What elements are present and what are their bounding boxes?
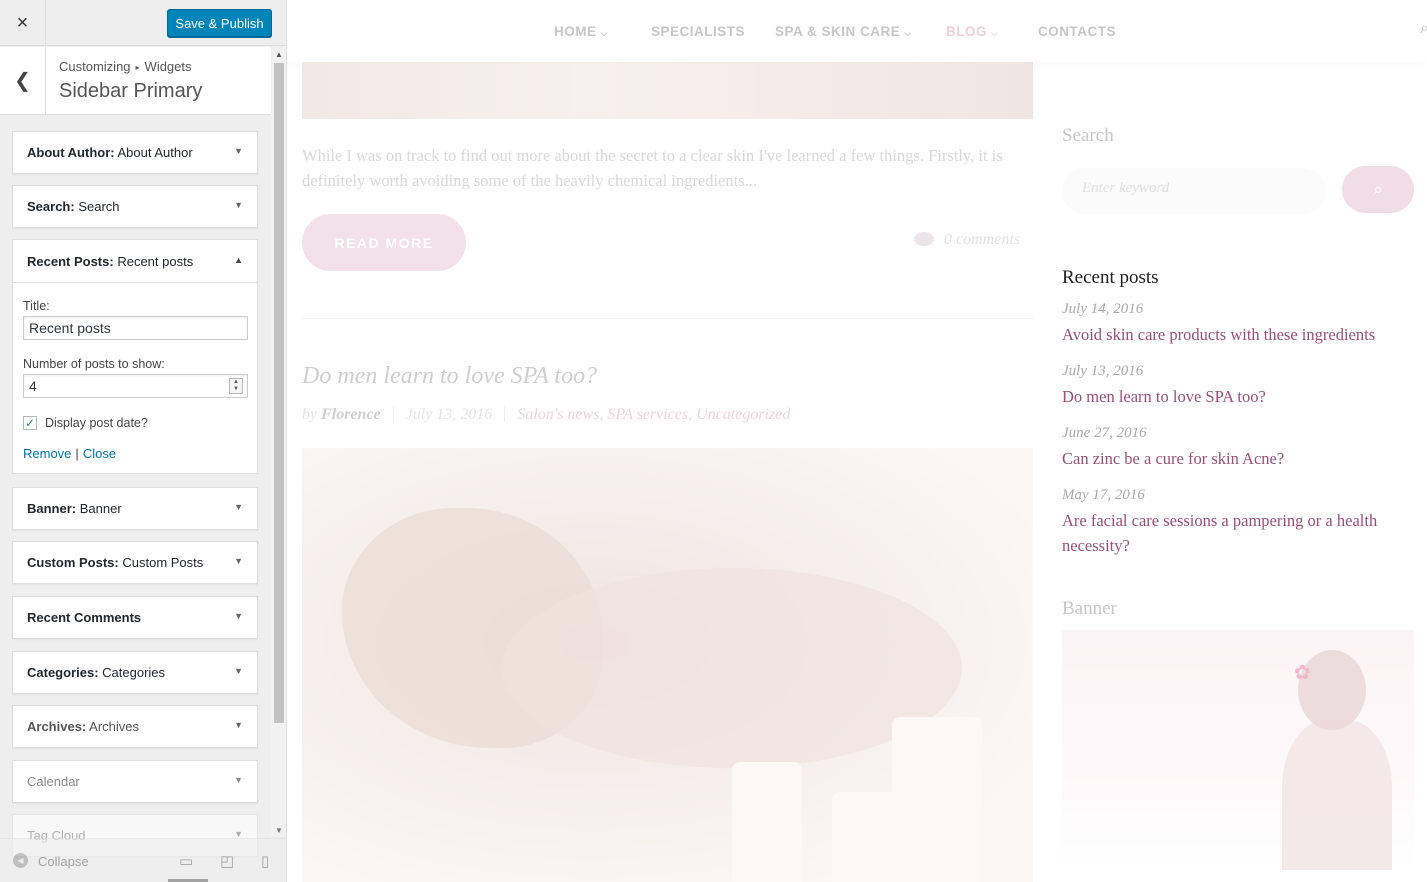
read-more-button[interactable]: READ MORE <box>302 214 466 271</box>
customizer-panel: × Save & Publish ❮ Customizing ▸ Widgets S… <box>0 0 287 882</box>
comments-link[interactable]: 0 comments <box>914 230 1020 249</box>
scroll-down-icon[interactable]: ▼ <box>271 823 286 837</box>
customizer-header: × Save & Publish <box>0 0 286 46</box>
remove-link[interactable]: Remove <box>23 446 71 461</box>
post-categories[interactable]: Salon's news, SPA services, Uncategorize… <box>517 406 790 423</box>
search-button[interactable]: ⌕ <box>1342 166 1414 213</box>
expand-arrow-icon[interactable]: ▼ <box>234 556 243 566</box>
widget-title: Calendar <box>27 774 80 789</box>
widget-calendar[interactable]: Calendar ▼ <box>12 760 258 803</box>
close-icon[interactable]: × <box>0 0 46 46</box>
post-thumbnail-previous <box>302 62 1033 119</box>
widget-categories[interactable]: Categories: Categories ▼ <box>12 651 258 694</box>
site-preview: HOME ⌵ SPECIALISTS SPA & SKIN CARE ⌵ BLOG ⌵… <box>287 0 1427 882</box>
expand-arrow-icon[interactable]: ▼ <box>234 666 243 676</box>
recent-post-date: June 27, 2016 <box>1062 425 1147 441</box>
post-meta: by Florence July 13, 2016 Salon's news, SP… <box>302 406 791 423</box>
show-date-label: Display post date? <box>45 416 148 430</box>
sidebar-primary: Search Enter keyword ⌕ Recent posts July… <box>1062 0 1422 882</box>
expand-arrow-icon[interactable]: ▼ <box>234 200 243 210</box>
panel-scrollbar[interactable]: ▲ ▼ <box>271 47 286 837</box>
widget-title: About Author: About Author <box>27 145 193 160</box>
collapse-button[interactable]: Collapse <box>38 854 89 869</box>
nav-blog[interactable]: BLOG ⌵ <box>946 24 998 39</box>
post-author[interactable]: Florence <box>321 406 381 423</box>
title-input[interactable]: Recent posts <box>23 316 248 340</box>
expand-arrow-icon[interactable]: ▼ <box>234 720 243 730</box>
scroll-up-icon[interactable]: ▲ <box>271 47 286 61</box>
widget-recent-posts: Recent Posts: Recent posts ▲ Title: Rece… <box>12 239 258 474</box>
recent-post-date: July 13, 2016 <box>1062 363 1144 379</box>
collapse-icon[interactable]: ◀ <box>13 853 28 868</box>
banner-image[interactable]: ✿ <box>1062 630 1414 870</box>
widget-search[interactable]: Search: Search ▼ <box>12 185 258 228</box>
recent-post-link[interactable]: Avoid skin care products with these ingr… <box>1062 322 1412 347</box>
back-arrow-icon[interactable]: ❮ <box>0 47 46 114</box>
nav-specialists[interactable]: SPECIALISTS <box>651 24 745 39</box>
recent-posts-heading: Recent posts <box>1062 267 1159 288</box>
expand-arrow-icon[interactable]: ▼ <box>234 611 243 621</box>
recent-post-date: July 14, 2016 <box>1062 301 1144 317</box>
expand-arrow-icon[interactable]: ▼ <box>234 146 243 156</box>
panel-title: Sidebar Primary <box>59 80 203 102</box>
section-title: ❮ Customizing ▸ Widgets Sidebar Primary <box>0 47 271 115</box>
widget-title: Recent Comments <box>27 610 142 625</box>
desktop-preview-icon[interactable]: ▭ <box>179 852 193 870</box>
expand-arrow-icon[interactable]: ▼ <box>234 502 243 512</box>
widget-title: Recent Posts: Recent posts <box>27 254 194 269</box>
recent-post-date: May 17, 2016 <box>1062 487 1145 503</box>
post-title[interactable]: Do men learn to love SPA too? <box>302 363 597 390</box>
show-date-checkbox[interactable]: ✓ <box>23 416 37 430</box>
close-link[interactable]: Close <box>83 446 116 461</box>
nav-home[interactable]: HOME ⌵ <box>554 24 608 39</box>
post-featured-image[interactable] <box>302 448 1033 882</box>
recent-post-link[interactable]: Can zinc be a cure for skin Acne? <box>1062 446 1412 471</box>
collapse-arrow-icon[interactable]: ▲ <box>234 255 243 265</box>
widget-custom-posts[interactable]: Custom Posts: Custom Posts ▼ <box>12 541 258 584</box>
widget-title: Custom Posts: Custom Posts <box>27 555 204 570</box>
widget-actions: Remove | Close <box>23 446 117 461</box>
number-input[interactable]: 4 ▲ ▼ <box>23 374 248 398</box>
recent-post-link[interactable]: Do men learn to love SPA too? <box>1062 384 1412 409</box>
search-input[interactable]: Enter keyword <box>1062 168 1326 214</box>
number-label: Number of posts to show: <box>23 357 165 371</box>
widget-title: Archives: Archives <box>27 719 140 734</box>
widget-about-author[interactable]: About Author: About Author ▼ <box>12 131 258 174</box>
widget-title: Banner: Banner <box>27 501 122 516</box>
number-stepper[interactable]: ▲ ▼ <box>229 378 243 394</box>
widget-recent-comments[interactable]: Recent Comments ▼ <box>12 596 258 639</box>
breadcrumb-separator-icon: ▸ <box>135 63 140 72</box>
widget-title: Search: Search <box>27 199 120 214</box>
breadcrumb-current: Widgets <box>144 59 192 74</box>
chevron-down-icon: ⌵ <box>991 28 999 38</box>
widget-banner[interactable]: Banner: Banner ▼ <box>12 487 258 530</box>
post-date: July 13, 2016 <box>405 406 493 423</box>
breadcrumb-root: Customizing <box>59 59 131 74</box>
recent-post-link[interactable]: Are facial care sessions a pampering or … <box>1062 508 1412 558</box>
banner-heading: Banner <box>1062 598 1117 619</box>
widget-title: Categories: Categories <box>27 665 166 680</box>
widget-archives[interactable]: Archives: Archives ▼ <box>12 705 258 748</box>
flower-icon: ✿ <box>1294 662 1311 684</box>
search-icon: ⌕ <box>1373 179 1383 199</box>
widget-header[interactable]: Recent Posts: Recent posts ▲ <box>13 240 257 283</box>
chevron-down-icon: ⌵ <box>600 28 608 38</box>
breadcrumb: Customizing ▸ Widgets <box>59 59 192 74</box>
chevron-down-icon: ⌵ <box>904 28 912 38</box>
expand-arrow-icon[interactable]: ▼ <box>234 775 243 785</box>
post-excerpt: While I was on track to find out more ab… <box>302 146 1003 190</box>
mobile-preview-icon[interactable]: ▯ <box>261 852 269 870</box>
nav-spa-skin-care[interactable]: SPA & SKIN CARE ⌵ <box>775 24 912 39</box>
number-value: 4 <box>29 378 37 394</box>
save-publish-button[interactable]: Save & Publish <box>167 9 272 37</box>
post-divider <box>302 318 1033 319</box>
tablet-preview-icon[interactable]: ◰ <box>220 852 234 870</box>
customizer-footer: ◀ Collapse ▭ ◰ ▯ <box>0 838 286 882</box>
scrollbar-thumb[interactable] <box>274 63 284 723</box>
search-heading: Search <box>1062 125 1114 146</box>
comment-icon <box>914 232 934 246</box>
title-label: Title: <box>23 299 50 313</box>
